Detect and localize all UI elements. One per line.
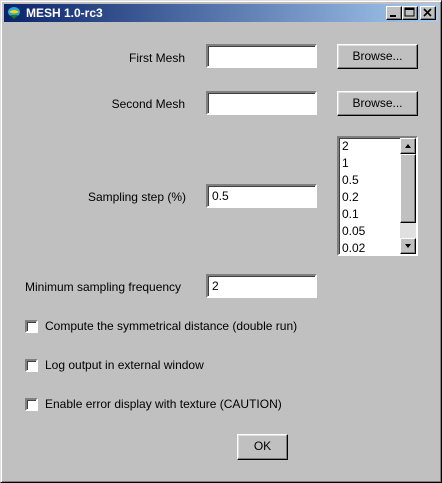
first-mesh-browse-button[interactable]: Browse... [337, 44, 418, 69]
min-sampling-freq-input[interactable]: 2 [206, 274, 317, 298]
sampling-step-options: 2 1 0.5 0.2 0.1 0.05 0.02 [339, 138, 400, 254]
mesh-dialog-window: MESH 1.0-rc3 First Mesh Browse... Second… [0, 0, 442, 483]
log-output-option[interactable]: Log output in external window [25, 359, 325, 373]
second-mesh-input[interactable] [206, 91, 317, 115]
list-item[interactable]: 1 [339, 155, 400, 172]
ok-button[interactable]: OK [237, 434, 288, 460]
log-output-label: Log output in external window [45, 358, 204, 372]
list-item[interactable]: 0.02 [339, 240, 400, 254]
close-button[interactable] [420, 6, 436, 20]
arrow-up-icon [405, 144, 411, 148]
min-sampling-freq-label: Minimum sampling frequency [25, 280, 182, 294]
minimize-button[interactable] [386, 6, 402, 20]
list-item[interactable]: 0.05 [339, 223, 400, 240]
second-mesh-label: Second Mesh [111, 97, 185, 111]
list-item[interactable]: 0.5 [339, 172, 400, 189]
arrow-down-icon [405, 244, 411, 248]
symmetrical-distance-option[interactable]: Compute the symmetrical distance (double… [25, 320, 325, 334]
list-item[interactable]: 0.1 [339, 206, 400, 223]
minimize-icon [390, 15, 396, 17]
sampling-step-label: Sampling step (%) [87, 190, 186, 204]
texture-error-label: Enable error display with texture (CAUTI… [45, 397, 282, 411]
texture-error-option[interactable]: Enable error display with texture (CAUTI… [25, 398, 325, 412]
texture-error-checkbox[interactable] [25, 398, 38, 411]
scroll-thumb[interactable] [400, 154, 416, 223]
sampling-step-list[interactable]: 2 1 0.5 0.2 0.1 0.05 0.02 [337, 136, 418, 256]
maximize-icon [404, 7, 415, 17]
symmetrical-distance-checkbox[interactable] [25, 320, 38, 333]
first-mesh-input[interactable] [206, 44, 317, 68]
list-scrollbar[interactable] [400, 138, 416, 254]
sampling-step-input[interactable]: 0.5 [206, 184, 317, 208]
list-item[interactable]: 0.2 [339, 189, 400, 206]
title-bar[interactable]: MESH 1.0-rc3 [4, 4, 438, 22]
first-mesh-label: First Mesh [128, 51, 185, 65]
log-output-checkbox[interactable] [25, 359, 38, 372]
scroll-up-button[interactable] [400, 138, 416, 154]
app-mesh-icon [8, 7, 20, 19]
window-title: MESH 1.0-rc3 [26, 6, 103, 20]
second-mesh-browse-button[interactable]: Browse... [337, 91, 418, 116]
list-item[interactable]: 2 [339, 138, 400, 155]
maximize-button[interactable] [402, 6, 418, 20]
symmetrical-distance-label: Compute the symmetrical distance (double… [45, 319, 298, 333]
scroll-down-button[interactable] [400, 238, 416, 254]
close-icon [423, 8, 432, 17]
